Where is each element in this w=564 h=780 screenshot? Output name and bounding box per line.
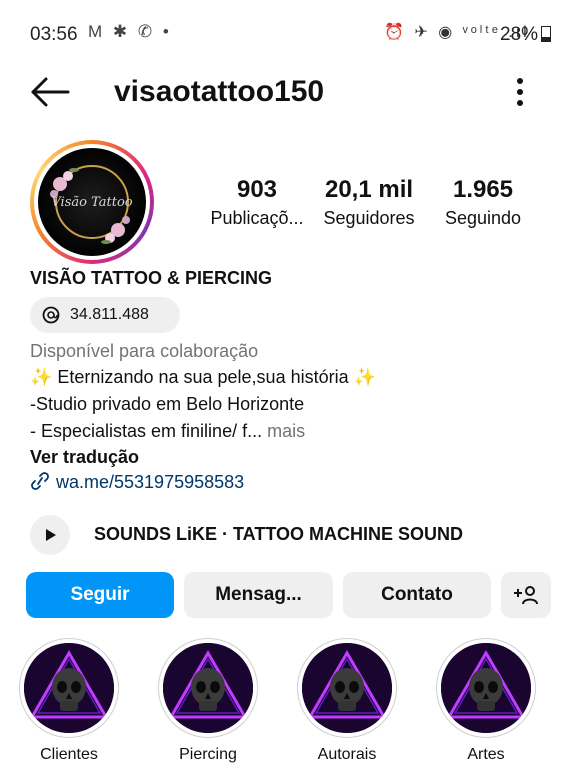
- music-play-button[interactable]: [30, 515, 70, 555]
- battery-level: 28%: [500, 24, 552, 46]
- highlight-label: Clientes: [40, 746, 98, 763]
- posts-count: 903: [236, 176, 278, 203]
- highlight-item[interactable]: Piercing: [153, 638, 263, 764]
- profile-username: visaotattoo150: [114, 75, 325, 108]
- follow-button[interactable]: Seguir: [26, 572, 174, 618]
- posts-label: Publicaçõ...: [210, 208, 304, 228]
- following-label: Seguindo: [444, 208, 522, 228]
- arrow-left-icon: [31, 77, 70, 107]
- skull-icon: [302, 643, 392, 733]
- highlight-label: Piercing: [179, 746, 237, 763]
- highlight-label: Artes: [467, 746, 505, 763]
- stat-followers[interactable]: 20,1 mil Seguidores: [313, 176, 425, 229]
- contact-button[interactable]: Contato: [343, 572, 491, 618]
- highlight-cover: [436, 638, 536, 738]
- highlight-cover: [297, 638, 397, 738]
- stat-following[interactable]: 1.965 Seguindo: [427, 176, 539, 229]
- profile-link-text: wa.me/5531975958583: [56, 472, 245, 492]
- highlight-label: Autorais: [317, 746, 377, 763]
- profile-link[interactable]: wa.me/5531975958583: [30, 472, 244, 493]
- avatar-image: Visão Tattoo: [38, 148, 146, 256]
- back-button[interactable]: [28, 72, 72, 112]
- highlight-item[interactable]: Artes: [431, 638, 541, 764]
- options-menu-button[interactable]: [508, 75, 532, 109]
- add-person-icon: [514, 586, 538, 605]
- avatar-logo-text: Visão Tattoo: [51, 195, 132, 210]
- followers-count: 20,1 mil: [324, 176, 414, 203]
- highlight-cover: [19, 638, 119, 738]
- avatar[interactable]: Visão Tattoo: [30, 140, 154, 264]
- play-icon: [46, 529, 56, 541]
- link-icon: [31, 472, 49, 490]
- kebab-menu-icon: [517, 78, 523, 106]
- following-count: 1.965: [452, 176, 514, 203]
- translate-link[interactable]: Ver tradução: [30, 447, 139, 468]
- profile-category: Disponível para colaboração: [30, 341, 259, 361]
- bio-line: -Studio privado em Belo Horizonte: [30, 394, 305, 414]
- avatar-logo: Visão Tattoo: [50, 165, 133, 244]
- profile-name: VISÃO TATTOO & PIERCING: [30, 268, 273, 288]
- threads-badge[interactable]: 34.811.488: [30, 297, 180, 333]
- battery-icon: [541, 26, 552, 42]
- notification-icons: M ✱ ✆ •: [88, 22, 172, 41]
- message-button[interactable]: Mensag...: [184, 572, 333, 618]
- skull-icon: [441, 643, 531, 733]
- suggest-users-button[interactable]: [501, 572, 551, 618]
- status-bar: 03:56 M ✱ ✆ • ⏰ ✈ ◉ ᵛᵒˡᵗᵉ .ıl 28%: [0, 0, 564, 60]
- music-title[interactable]: SOUNDS LiKE · TATTOO MACHINE SOUND: [94, 524, 463, 545]
- highlight-item[interactable]: Clientes: [14, 638, 124, 764]
- highlight-item[interactable]: Autorais: [292, 638, 402, 764]
- highlight-cover: [158, 638, 258, 738]
- status-time: 03:56: [30, 24, 78, 45]
- skull-icon: [24, 643, 114, 733]
- stat-posts[interactable]: 903 Publicaçõ...: [201, 176, 313, 229]
- bio-more-link[interactable]: mais: [267, 421, 305, 441]
- skull-icon: [163, 643, 253, 733]
- followers-label: Seguidores: [323, 208, 415, 228]
- bio-line-truncated: - Especialistas em finiline/ f... mais: [30, 421, 306, 441]
- bio-line: ✨ Eternizando na sua pele,sua história ✨: [30, 367, 377, 387]
- threads-icon: [42, 306, 60, 324]
- threads-count: 34.811.488: [70, 306, 149, 323]
